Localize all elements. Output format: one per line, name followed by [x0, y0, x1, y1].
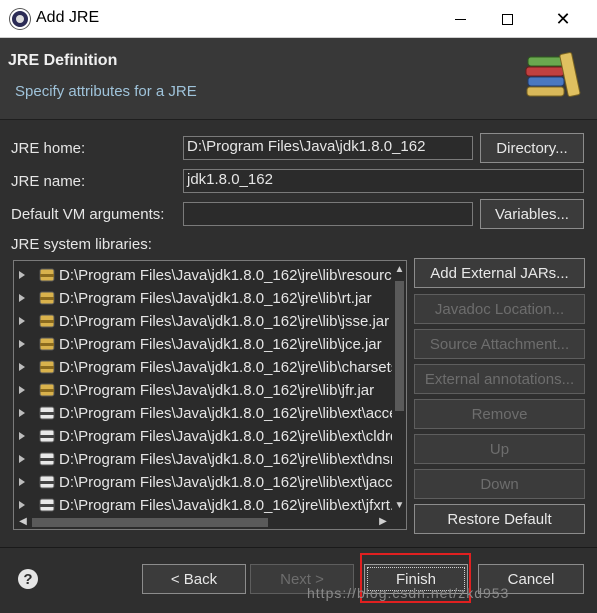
maximize-icon[interactable] [484, 0, 530, 38]
footer-separator [0, 547, 597, 548]
expand-arrow-icon[interactable] [19, 455, 25, 463]
scroll-thumb-horizontal[interactable] [32, 518, 268, 527]
binary-jar-icon [39, 406, 55, 420]
watermark: https://blog.csdn.net/zkd953 [307, 585, 510, 601]
jar-icon [39, 360, 55, 374]
jar-icon [39, 291, 55, 305]
title-bar: Add JRE ✕ [0, 0, 597, 38]
libraries-label: JRE system libraries: [11, 236, 152, 253]
jre-libraries-tree[interactable]: D:\Program Files\Java\jdk1.8.0_162\jre\l… [13, 260, 407, 530]
library-row[interactable]: D:\Program Files\Java\jdk1.8.0_162\jre\l… [14, 333, 392, 356]
javadoc-location-button[interactable]: Javadoc Location... [414, 294, 585, 324]
jre-name-label: JRE name: [11, 173, 86, 190]
library-path: D:\Program Files\Java\jdk1.8.0_162\jre\l… [59, 382, 375, 399]
variables-button[interactable]: Variables... [480, 199, 584, 229]
expand-arrow-icon[interactable] [19, 363, 25, 371]
source-attachment-button[interactable]: Source Attachment... [414, 329, 585, 359]
eclipse-icon [10, 9, 30, 29]
library-path: D:\Program Files\Java\jdk1.8.0_162\jre\l… [59, 290, 372, 307]
library-path: D:\Program Files\Java\jdk1.8.0_162\jre\l… [59, 497, 392, 514]
library-path: D:\Program Files\Java\jdk1.8.0_162\jre\l… [59, 359, 392, 376]
dialog-header: JRE Definition Specify attributes for a … [0, 38, 597, 120]
library-row[interactable]: D:\Program Files\Java\jdk1.8.0_162\jre\l… [14, 356, 392, 379]
library-row[interactable]: D:\Program Files\Java\jdk1.8.0_162\jre\l… [14, 448, 392, 471]
library-row[interactable]: D:\Program Files\Java\jdk1.8.0_162\jre\l… [14, 494, 392, 517]
binary-jar-icon [39, 452, 55, 466]
binary-jar-icon [39, 429, 55, 443]
add-external-jars-button[interactable]: Add External JARs... [414, 258, 585, 288]
directory-button[interactable]: Directory... [480, 133, 584, 163]
library-row[interactable]: D:\Program Files\Java\jdk1.8.0_162\jre\l… [14, 402, 392, 425]
restore-default-button[interactable]: Restore Default [414, 504, 585, 534]
vertical-scrollbar[interactable]: ▲ ▼ [392, 261, 406, 515]
jar-icon [39, 314, 55, 328]
library-row[interactable]: D:\Program Files\Java\jdk1.8.0_162\jre\l… [14, 287, 392, 310]
expand-arrow-icon[interactable] [19, 340, 25, 348]
jar-icon [39, 383, 55, 397]
library-path: D:\Program Files\Java\jdk1.8.0_162\jre\l… [59, 267, 392, 284]
expand-arrow-icon[interactable] [19, 478, 25, 486]
library-row[interactable]: D:\Program Files\Java\jdk1.8.0_162\jre\l… [14, 425, 392, 448]
jre-home-field[interactable]: D:\Program Files\Java\jdk1.8.0_162 [183, 136, 473, 160]
expand-arrow-icon[interactable] [19, 317, 25, 325]
library-path: D:\Program Files\Java\jdk1.8.0_162\jre\l… [59, 313, 390, 330]
vm-args-field[interactable] [183, 202, 473, 226]
binary-jar-icon [39, 498, 55, 512]
scroll-thumb[interactable] [395, 281, 404, 411]
library-path: D:\Program Files\Java\jdk1.8.0_162\jre\l… [59, 474, 392, 491]
horizontal-scrollbar[interactable]: ◀ ▶ [14, 515, 392, 529]
help-icon[interactable]: ? [18, 569, 38, 589]
remove-button[interactable]: Remove [414, 399, 585, 429]
scroll-down-icon[interactable]: ▼ [394, 500, 405, 512]
expand-arrow-icon[interactable] [19, 271, 25, 279]
library-row[interactable]: D:\Program Files\Java\jdk1.8.0_162\jre\l… [14, 471, 392, 494]
expand-arrow-icon[interactable] [19, 386, 25, 394]
library-path: D:\Program Files\Java\jdk1.8.0_162\jre\l… [59, 336, 382, 353]
jre-name-field[interactable]: jdk1.8.0_162 [183, 169, 584, 193]
library-path: D:\Program Files\Java\jdk1.8.0_162\jre\l… [59, 451, 392, 468]
expand-arrow-icon[interactable] [19, 409, 25, 417]
jar-icon [39, 268, 55, 282]
external-annotations-button[interactable]: External annotations... [414, 364, 585, 394]
page-subtitle: Specify attributes for a JRE [15, 83, 197, 100]
window-title: Add JRE [36, 9, 100, 26]
scroll-left-icon[interactable]: ◀ [17, 516, 29, 528]
jre-home-label: JRE home: [11, 140, 86, 157]
minimize-icon[interactable] [437, 0, 483, 38]
expand-arrow-icon[interactable] [19, 432, 25, 440]
scroll-up-icon[interactable]: ▲ [394, 264, 405, 276]
back-button[interactable]: < Back [142, 564, 246, 594]
library-row[interactable]: D:\Program Files\Java\jdk1.8.0_162\jre\l… [14, 310, 392, 333]
jar-icon [39, 337, 55, 351]
binary-jar-icon [39, 475, 55, 489]
close-icon[interactable]: ✕ [540, 0, 586, 38]
library-path: D:\Program Files\Java\jdk1.8.0_162\jre\l… [59, 428, 392, 445]
page-title: JRE Definition [8, 52, 118, 69]
expand-arrow-icon[interactable] [19, 294, 25, 302]
scroll-right-icon[interactable]: ▶ [377, 516, 389, 528]
jre-books-icon [525, 52, 581, 97]
down-button[interactable]: Down [414, 469, 585, 499]
library-row[interactable]: D:\Program Files\Java\jdk1.8.0_162\jre\l… [14, 379, 392, 402]
vm-args-label: Default VM arguments: [11, 206, 165, 223]
library-path: D:\Program Files\Java\jdk1.8.0_162\jre\l… [59, 405, 392, 422]
expand-arrow-icon[interactable] [19, 501, 25, 509]
up-button[interactable]: Up [414, 434, 585, 464]
library-row[interactable]: D:\Program Files\Java\jdk1.8.0_162\jre\l… [14, 264, 392, 287]
